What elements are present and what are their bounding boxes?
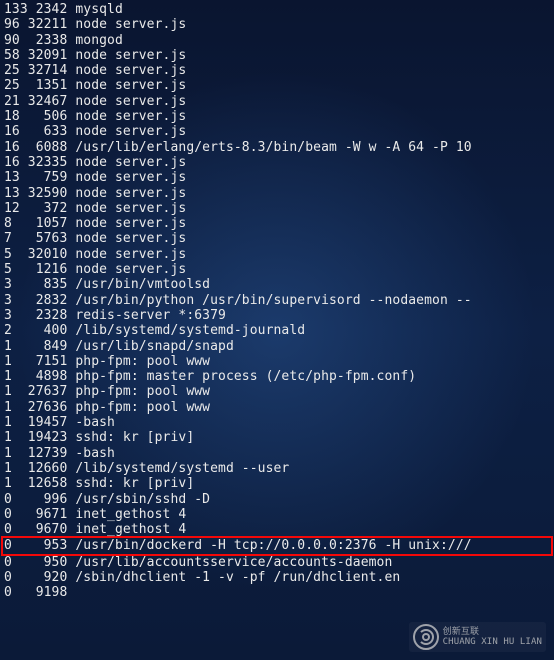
process-row: 0 9670 inet_gethost 4 <box>4 522 550 537</box>
process-row: 5 32010 node server.js <box>4 247 550 262</box>
process-row: 16 633 node server.js <box>4 124 550 139</box>
watermark-sub: CHUANG XIN HU LIAN <box>443 637 542 647</box>
process-row: 1 19457 -bash <box>4 415 550 430</box>
process-row: 1 7151 php-fpm: pool www <box>4 354 550 369</box>
process-row: 1 27636 php-fpm: pool www <box>4 400 550 415</box>
process-row: 0 9198 <box>4 585 550 600</box>
process-row: 25 1351 node server.js <box>4 78 550 93</box>
process-row: 8 1057 node server.js <box>4 216 550 231</box>
process-row: 5 1216 node server.js <box>4 262 550 277</box>
process-row: 2 400 /lib/systemd/systemd-journald <box>4 323 550 338</box>
process-row: 0 996 /usr/sbin/sshd -D <box>4 492 550 507</box>
process-row: 1 27637 php-fpm: pool www <box>4 384 550 399</box>
process-row: 12 372 node server.js <box>4 201 550 216</box>
process-row: 13 759 node server.js <box>4 170 550 185</box>
terminal-output: 133 2342 mysqld96 32211 node server.js90… <box>4 2 550 601</box>
watermark-icon <box>413 624 439 650</box>
process-row: 16 6088 /usr/lib/erlang/erts-8.3/bin/bea… <box>4 140 550 155</box>
process-row: 0 9671 inet_gethost 4 <box>4 507 550 522</box>
process-row: 1 12660 /lib/systemd/systemd --user <box>4 461 550 476</box>
process-row: 1 12658 sshd: kr [priv] <box>4 476 550 491</box>
process-row: 25 32714 node server.js <box>4 63 550 78</box>
watermark-brand: 创新互联 <box>443 627 542 637</box>
process-row: 3 835 /usr/bin/vmtoolsd <box>4 277 550 292</box>
process-row: 3 2832 /usr/bin/python /usr/bin/supervis… <box>4 293 550 308</box>
process-row: 133 2342 mysqld <box>4 2 550 17</box>
process-row: 1 12739 -bash <box>4 446 550 461</box>
process-row: 96 32211 node server.js <box>4 17 550 32</box>
process-row: 58 32091 node server.js <box>4 48 550 63</box>
process-row: 0 920 /sbin/dhclient -1 -v -pf /run/dhcl… <box>4 570 550 585</box>
process-row: 0 950 /usr/lib/accountsservice/accounts-… <box>4 555 550 570</box>
process-row: 21 32467 node server.js <box>4 94 550 109</box>
process-row: 13 32590 node server.js <box>4 186 550 201</box>
process-row: 1 849 /usr/lib/snapd/snapd <box>4 339 550 354</box>
process-row-highlighted: 0 953 /usr/bin/dockerd -H tcp://0.0.0.0:… <box>1 536 553 555</box>
watermark-logo: 创新互联 CHUANG XIN HU LIAN <box>409 622 546 652</box>
process-row: 16 32335 node server.js <box>4 155 550 170</box>
process-row: 1 4898 php-fpm: master process (/etc/php… <box>4 369 550 384</box>
process-row: 18 506 node server.js <box>4 109 550 124</box>
process-row: 90 2338 mongod <box>4 33 550 48</box>
process-row: 7 5763 node server.js <box>4 231 550 246</box>
process-row: 3 2328 redis-server *:6379 <box>4 308 550 323</box>
process-row: 1 19423 sshd: kr [priv] <box>4 430 550 445</box>
